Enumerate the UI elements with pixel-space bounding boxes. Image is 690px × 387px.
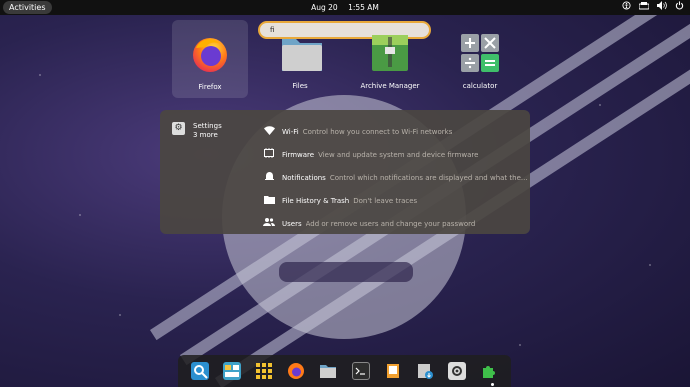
firefox-icon [190,34,230,74]
result-title: Firmware [282,150,315,159]
app-label: Archive Manager [360,82,420,90]
power-icon[interactable] [675,0,684,15]
settings-results-panel: ⚙ Settings 3 more Wi-Fi Control how you … [160,110,530,234]
app-calculator[interactable]: calculator [442,33,518,90]
bell-icon [262,171,276,184]
result-title: Notifications [282,173,326,182]
wifi-icon [262,125,276,138]
folder-icon [262,195,276,207]
app-firefox[interactable]: Firefox [172,20,248,98]
app-archive-manager[interactable]: Archive Manager [352,33,428,90]
settings-provider[interactable]: ⚙ Settings 3 more [172,122,222,140]
wallpaper-mouth [279,262,413,282]
terminal-icon[interactable] [351,362,370,380]
result-file-history[interactable]: File History & Trash Don't leave traces [262,189,528,212]
app-files[interactable]: Files [262,33,338,90]
network-icon[interactable] [638,0,650,15]
result-description: Control how you connect to Wi-Fi network… [302,127,453,136]
system-tray[interactable] [622,0,684,15]
folder-icon [280,33,322,73]
settings-title: Settings [193,122,222,130]
settings-more: 3 more [193,131,218,139]
archive-icon [370,33,410,73]
result-users[interactable]: Users Add or remove users and change you… [262,212,528,235]
files-icon[interactable] [319,362,337,380]
accessibility-icon[interactable] [622,0,631,15]
result-title: Wi-Fi [282,127,299,136]
time-label: 1:55 AM [348,3,379,12]
extensions-icon[interactable] [480,362,498,380]
app-grid-icon[interactable] [255,362,273,380]
settings-result-list: Wi-Fi Control how you connect to Wi-Fi n… [262,120,528,235]
dock [178,355,511,387]
result-description: Don't leave traces [353,196,418,205]
result-notifications[interactable]: Notifications Control which notification… [262,166,528,189]
result-firmware[interactable]: Firmware View and update system and devi… [262,143,528,166]
window-manager-icon[interactable] [223,362,242,380]
app-label: calculator [462,82,498,90]
notes-icon[interactable] [384,362,402,380]
installer-icon[interactable] [416,362,434,380]
top-bar: Activities Aug 20 1:55 AM [0,0,690,15]
result-description: View and update system and device firmwa… [318,150,479,159]
app-label: Files [292,82,308,90]
running-indicator [491,383,494,386]
settings-icon: ⚙ [172,122,185,135]
app-label: Firefox [198,83,222,91]
calculator-icon [460,33,500,73]
settings-icon[interactable] [447,362,466,380]
clock[interactable]: Aug 20 1:55 AM [0,0,690,15]
result-title: File History & Trash [282,196,350,205]
firefox-icon[interactable] [287,362,305,380]
screenshot-tool-icon[interactable] [191,362,210,380]
chip-icon [262,148,276,161]
result-wifi[interactable]: Wi-Fi Control how you connect to Wi-Fi n… [262,120,528,143]
result-description: Add or remove users and change your pass… [305,219,476,228]
result-title: Users [282,219,302,228]
volume-icon[interactable] [657,0,667,15]
result-description: Control which notifications are displaye… [329,173,528,182]
date-label: Aug 20 [311,3,338,12]
users-icon [262,217,276,230]
